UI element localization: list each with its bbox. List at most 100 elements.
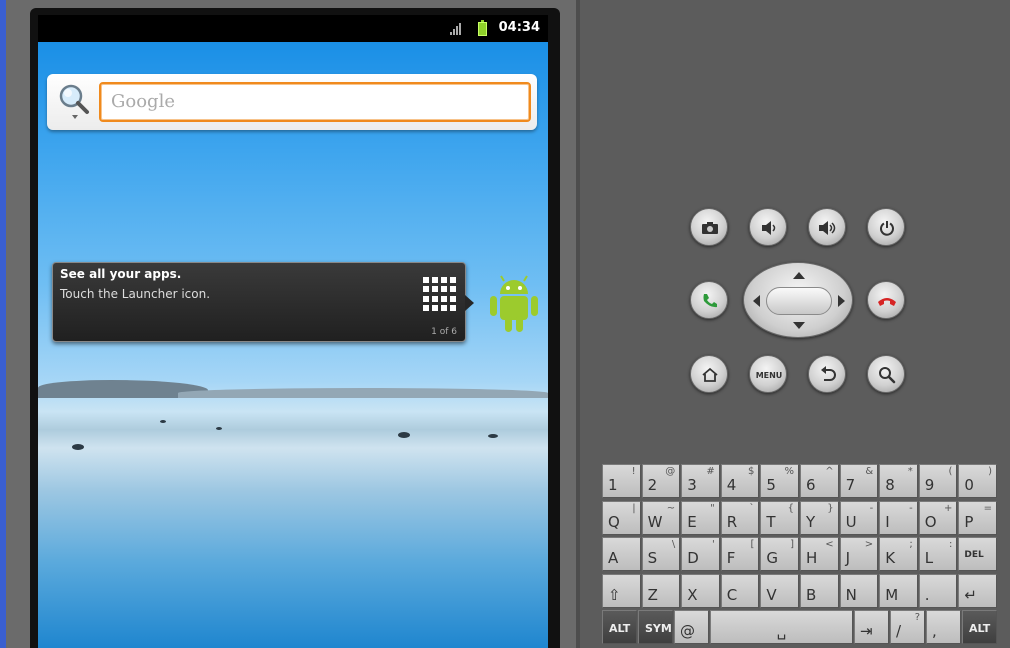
key-5[interactable]: 5% bbox=[760, 464, 799, 498]
key-n[interactable]: N bbox=[839, 573, 879, 608]
key-p[interactable]: P = bbox=[958, 500, 997, 535]
key-e[interactable]: E " bbox=[681, 500, 720, 535]
search-button[interactable] bbox=[867, 355, 905, 393]
key-3[interactable]: 3 # bbox=[681, 464, 720, 498]
key-i[interactable]: I- bbox=[879, 500, 918, 535]
landscape-hill bbox=[178, 388, 548, 398]
key-label: Y bbox=[806, 512, 816, 531]
key-v[interactable]: V bbox=[760, 573, 799, 608]
key-alt-label: ( bbox=[948, 466, 953, 477]
key-x[interactable]: X bbox=[681, 573, 720, 608]
key-d[interactable]: D ' bbox=[681, 537, 720, 571]
key-a[interactable]: A bbox=[602, 537, 641, 571]
search-input[interactable]: Google bbox=[99, 82, 531, 122]
key-t[interactable]: T{ bbox=[760, 500, 799, 535]
launcher-tip-bubble[interactable]: See all your apps. Touch the Launcher ic… bbox=[52, 262, 474, 342]
key-alt-label: & bbox=[865, 466, 874, 477]
end-call-button[interactable] bbox=[867, 281, 905, 319]
key-label: / bbox=[896, 622, 902, 640]
key-label: 5 bbox=[766, 476, 776, 494]
volume-down-button[interactable] bbox=[749, 208, 787, 246]
key-alt-label: ; bbox=[909, 539, 913, 550]
key-label: 6 bbox=[806, 476, 816, 494]
key-b[interactable]: B bbox=[800, 573, 839, 608]
key-q[interactable]: Q | bbox=[602, 500, 641, 535]
key-0[interactable]: 0) bbox=[958, 464, 997, 498]
key-7[interactable]: 7 & bbox=[839, 464, 879, 498]
key-label: B bbox=[806, 585, 817, 604]
key-alt-label: ] bbox=[790, 539, 794, 550]
key-tab[interactable]: ⇥ bbox=[854, 610, 889, 644]
tip-body: Touch the Launcher icon. bbox=[60, 287, 211, 301]
dpad-up-icon[interactable] bbox=[793, 272, 805, 279]
key-j[interactable]: J > bbox=[839, 537, 879, 571]
key-w[interactable]: W ~ bbox=[641, 500, 681, 535]
google-search-widget: Google bbox=[47, 74, 537, 130]
signal-icon bbox=[450, 23, 464, 35]
key-u[interactable]: U- bbox=[839, 500, 879, 535]
android-launcher-icon[interactable] bbox=[486, 272, 542, 336]
key-1[interactable]: 1! bbox=[602, 464, 641, 498]
key-label: ALT bbox=[609, 622, 631, 635]
key-s[interactable]: S \ bbox=[641, 537, 681, 571]
key-label: DEL bbox=[964, 550, 984, 560]
magnifier-icon[interactable] bbox=[56, 82, 92, 122]
dpad-right-icon[interactable] bbox=[838, 295, 845, 307]
key-9[interactable]: 9( bbox=[918, 464, 958, 498]
key-k[interactable]: K; bbox=[879, 537, 918, 571]
key-8[interactable]: 8 * bbox=[879, 464, 918, 498]
back-button[interactable] bbox=[808, 355, 846, 393]
key-c[interactable]: C bbox=[720, 573, 760, 608]
key-f[interactable]: F[ bbox=[720, 537, 760, 571]
key-l[interactable]: L: bbox=[918, 537, 958, 571]
key-r[interactable]: R ` bbox=[720, 500, 760, 535]
key-m[interactable]: M bbox=[879, 573, 918, 608]
key-4[interactable]: 4 $ bbox=[720, 464, 760, 498]
keyboard-row: ALT SYM @ ␣ ⇥ /?, ALT bbox=[602, 610, 998, 644]
dpad-down-icon[interactable] bbox=[793, 322, 805, 329]
key-label: I bbox=[885, 512, 890, 531]
key-label: A bbox=[608, 549, 619, 567]
key-slash[interactable]: /? bbox=[890, 610, 925, 644]
key-label: 0 bbox=[964, 476, 974, 494]
key-g[interactable]: G] bbox=[760, 537, 799, 571]
key-6[interactable]: 6 ^ bbox=[800, 464, 839, 498]
key-label: R bbox=[726, 512, 738, 531]
key-alt-right[interactable]: ALT bbox=[962, 610, 997, 644]
dpad[interactable] bbox=[743, 262, 853, 338]
dpad-left-icon[interactable] bbox=[753, 295, 760, 307]
water-rock bbox=[160, 420, 166, 423]
dpad-center-button[interactable] bbox=[766, 287, 832, 315]
launcher-grid-icon bbox=[423, 277, 457, 311]
emulator-window: 04:34 Google See all your apps. Touch th… bbox=[0, 0, 1010, 648]
key-z[interactable]: Z bbox=[641, 573, 681, 608]
key-label: K bbox=[885, 549, 896, 567]
key-period[interactable]: . bbox=[918, 573, 958, 608]
menu-label: MENU bbox=[755, 370, 783, 380]
key-alt-label: [ bbox=[750, 539, 755, 550]
menu-button[interactable]: MENU bbox=[749, 355, 787, 393]
key-2[interactable]: 2 @ bbox=[641, 464, 681, 498]
key-del[interactable]: DEL bbox=[958, 537, 997, 571]
home-button[interactable] bbox=[690, 355, 728, 393]
camera-icon bbox=[702, 222, 718, 234]
key-shift[interactable]: ⇧ bbox=[602, 573, 641, 608]
camera-button[interactable] bbox=[690, 208, 728, 246]
call-button[interactable] bbox=[690, 281, 728, 319]
key-alt-label: : bbox=[949, 539, 953, 550]
key-h[interactable]: H < bbox=[800, 537, 839, 571]
key-comma[interactable]: , bbox=[926, 610, 961, 644]
key-sym[interactable]: SYM bbox=[638, 610, 673, 644]
key-alt-left[interactable]: ALT bbox=[602, 610, 637, 644]
volume-up-button[interactable] bbox=[808, 208, 846, 246]
key-label: ⇥ bbox=[860, 622, 873, 640]
power-button[interactable] bbox=[867, 208, 905, 246]
key-space[interactable]: ␣ bbox=[710, 610, 853, 644]
home-screen[interactable]: Google See all your apps. Touch the Laun… bbox=[38, 42, 548, 648]
key-enter[interactable]: ↵ bbox=[958, 573, 997, 608]
key-at[interactable]: @ bbox=[674, 610, 709, 644]
key-label: ⇧ bbox=[608, 585, 621, 604]
key-label: S bbox=[647, 549, 658, 567]
key-o[interactable]: O + bbox=[918, 500, 958, 535]
key-y[interactable]: Y} bbox=[800, 500, 839, 535]
